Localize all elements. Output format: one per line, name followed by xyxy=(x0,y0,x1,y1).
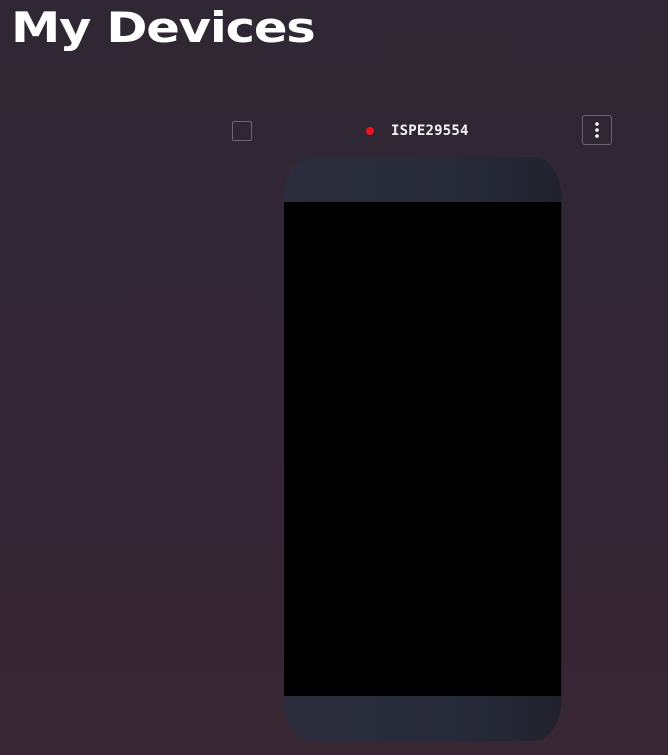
page-title: My Devices xyxy=(11,3,316,52)
more-vertical-icon xyxy=(595,122,599,138)
device-status-dot xyxy=(366,127,374,135)
device-screen[interactable] xyxy=(284,202,561,696)
device-name: ISPE29554 xyxy=(391,123,469,139)
device-menu-button[interactable] xyxy=(582,115,612,145)
device-select-checkbox[interactable] xyxy=(232,121,252,141)
